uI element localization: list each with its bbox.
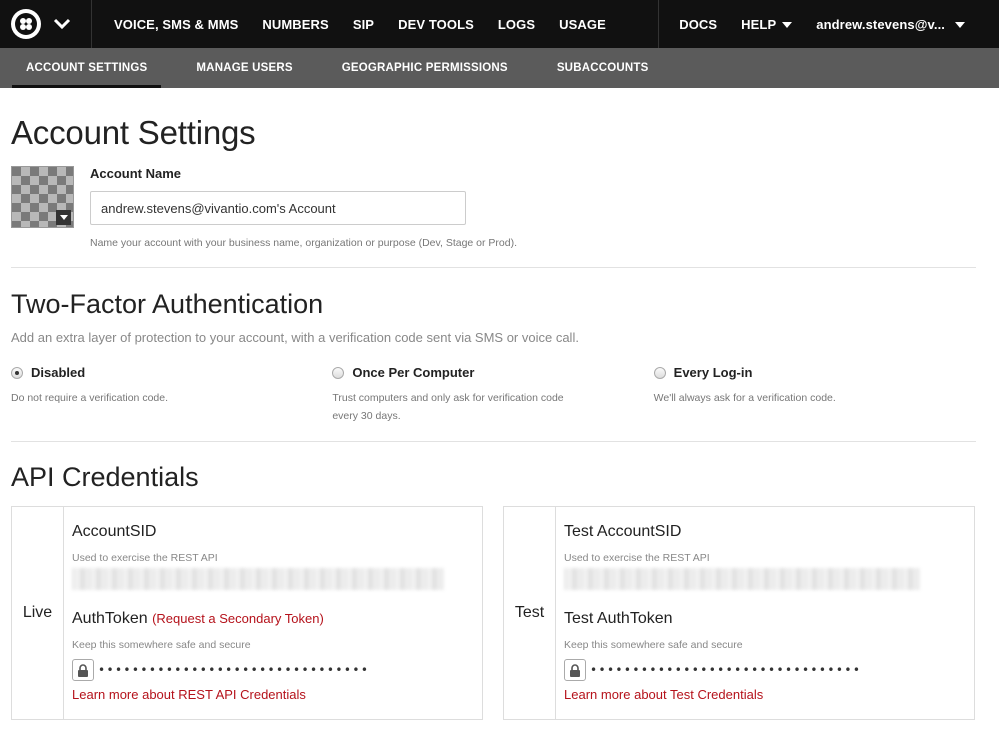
test-credentials-card: Test Test AccountSID Used to exercise th…: [503, 506, 975, 720]
test-label: Test: [504, 507, 556, 719]
auth-token-title: AuthToken: [72, 610, 148, 627]
divider: [11, 267, 976, 268]
nav-numbers[interactable]: NUMBERS: [250, 17, 340, 32]
account-sid-title: AccountSID: [72, 523, 157, 540]
divider: [11, 441, 976, 442]
live-label: Live: [12, 507, 64, 719]
settings-subnav: ACCOUNT SETTINGS MANAGE USERS GEOGRAPHIC…: [0, 48, 999, 88]
tab-manage-users[interactable]: MANAGE USERS: [182, 48, 306, 88]
twofa-option-label[interactable]: Every Log-in: [674, 365, 753, 380]
test-auth-token-title: Test AuthToken: [564, 610, 673, 627]
request-secondary-token-link[interactable]: (Request a Secondary Token): [152, 611, 324, 626]
user-menu[interactable]: andrew.stevens@v...: [804, 17, 999, 32]
radio-once-per-computer[interactable]: [332, 366, 345, 379]
tab-geographic-permissions[interactable]: GEOGRAPHIC PERMISSIONS: [328, 48, 522, 88]
api-credentials-title: API Credentials: [11, 462, 199, 492]
auth-token-heading: AuthToken (Request a Secondary Token): [72, 610, 482, 628]
learn-rest-api-credentials-link[interactable]: Learn more about REST API Credentials: [72, 687, 482, 702]
account-sid-hint: Used to exercise the REST API: [72, 552, 218, 564]
test-auth-token-masked: ••••••••••••••••••••••••••••••••: [590, 663, 862, 677]
radio-disabled[interactable]: [11, 366, 23, 379]
twofa-options: Disabled Do not require a verification c…: [11, 365, 975, 425]
avatar-dropdown-icon[interactable]: [56, 210, 71, 225]
learn-test-credentials-link[interactable]: Learn more about Test Credentials: [564, 687, 974, 702]
account-name-field[interactable]: [90, 191, 466, 225]
chevron-down-icon[interactable]: [53, 18, 71, 30]
twofa-option-disabled: Disabled Do not require a verification c…: [11, 365, 332, 425]
test-account-sid-title: Test AccountSID: [564, 523, 682, 540]
lock-icon[interactable]: [72, 659, 94, 681]
lock-icon[interactable]: [564, 659, 586, 681]
account-name-hint: Name your account with your business nam…: [90, 237, 518, 249]
top-nav: VOICE, SMS & MMS NUMBERS SIP DEV TOOLS L…: [0, 0, 999, 48]
twilio-logo-icon[interactable]: [11, 9, 41, 39]
twofa-option-desc: We'll always ask for a verification code…: [653, 392, 836, 404]
nav-dev-tools[interactable]: DEV TOOLS: [386, 17, 486, 32]
twofa-option-once-per-computer: Once Per Computer Trust computers and on…: [332, 365, 653, 425]
api-credentials: Live AccountSID Used to exercise the RES…: [11, 506, 975, 720]
account-name-section: Account Name Name your account with your…: [11, 166, 975, 249]
nav-logs[interactable]: LOGS: [486, 17, 547, 32]
caret-down-icon: [782, 22, 793, 29]
test-account-sid-value-redacted: [564, 568, 920, 590]
radio-every-login[interactable]: [653, 366, 666, 379]
account-nav: DOCS HELP andrew.stevens@v...: [658, 0, 999, 48]
caret-down-icon: [955, 22, 965, 29]
auth-token-masked: ••••••••••••••••••••••••••••••••: [98, 663, 370, 677]
account-name-form: Account Name Name your account with your…: [90, 166, 517, 249]
test-account-sid-hint: Used to exercise the REST API: [564, 552, 710, 564]
twofa-subtitle: Add an extra layer of protection to your…: [11, 330, 579, 345]
brand-area: [0, 0, 92, 48]
twofa-option-desc: Trust computers and only ask for verific…: [332, 392, 564, 422]
nav-docs[interactable]: DOCS: [667, 17, 729, 32]
main-content: Account Settings Account Name Name your …: [0, 114, 999, 720]
page-title: Account Settings: [11, 114, 256, 151]
product-nav: VOICE, SMS & MMS NUMBERS SIP DEV TOOLS L…: [92, 0, 618, 48]
twofa-title: Two-Factor Authentication: [11, 289, 324, 319]
user-menu-label: andrew.stevens@v...: [816, 16, 945, 32]
auth-token-row: ••••••••••••••••••••••••••••••••: [72, 659, 482, 681]
avatar[interactable]: [11, 166, 74, 228]
live-credentials-card: Live AccountSID Used to exercise the RES…: [11, 506, 483, 720]
twofa-option-desc: Do not require a verification code.: [11, 392, 169, 404]
test-auth-token-row: ••••••••••••••••••••••••••••••••: [564, 659, 974, 681]
nav-help-label: HELP: [741, 16, 777, 32]
nav-voice-sms-mms[interactable]: VOICE, SMS & MMS: [102, 17, 250, 32]
tab-subaccounts[interactable]: SUBACCOUNTS: [543, 48, 663, 88]
nav-sip[interactable]: SIP: [341, 17, 386, 32]
test-auth-token-hint: Keep this somewhere safe and secure: [564, 639, 743, 651]
nav-help[interactable]: HELP: [729, 17, 804, 32]
account-name-label: Account Name: [90, 166, 182, 181]
tab-account-settings[interactable]: ACCOUNT SETTINGS: [12, 48, 162, 88]
twofa-option-label[interactable]: Disabled: [31, 365, 85, 380]
nav-usage[interactable]: USAGE: [547, 17, 618, 32]
account-sid-value-redacted: [72, 568, 444, 590]
twofa-option-label[interactable]: Once Per Computer: [352, 365, 474, 380]
auth-token-hint: Keep this somewhere safe and secure: [72, 639, 251, 651]
twofa-option-every-login: Every Log-in We'll always ask for a veri…: [653, 365, 975, 425]
